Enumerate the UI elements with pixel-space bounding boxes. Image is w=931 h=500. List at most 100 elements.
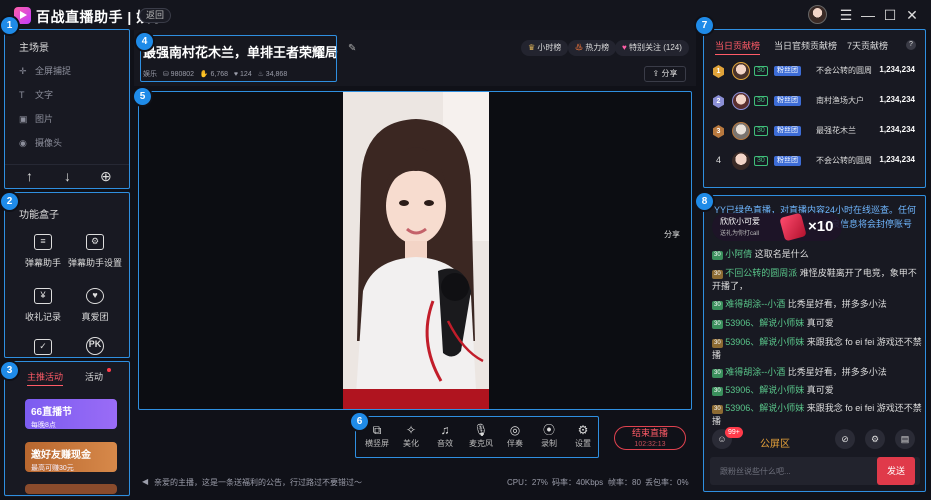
promo-card-invite[interactable]: 邀好友赚现金最高可赚30元	[25, 442, 117, 472]
promo-card-66[interactable]: 66直播节每晚8点	[25, 399, 117, 429]
end-live-label: 结束直播	[632, 428, 668, 438]
tab-daily-contribution[interactable]: 当日贡献榜	[715, 39, 760, 55]
maximize-button[interactable]: ☐	[880, 5, 900, 25]
rank-score: 1,234,234	[879, 155, 915, 164]
tool-label: 收礼记录	[25, 312, 61, 322]
music-icon: ♫	[431, 422, 459, 438]
tool-fan-group[interactable]: ♥真爱团	[65, 288, 125, 323]
minimize-button[interactable]: —	[858, 5, 878, 25]
rank-row[interactable]: 1 30 粉丝团 不会公转的圆周 1,234,234	[704, 60, 925, 84]
gift-box-icon[interactable]: ▤	[895, 429, 915, 449]
back-button[interactable]: 返回	[139, 8, 171, 23]
send-button[interactable]: 发送	[877, 457, 915, 485]
annotation-badge-4: 4	[136, 33, 153, 50]
chat-user[interactable]: 53906、解说小师妹	[725, 385, 804, 395]
annotation-badge-1: 1	[1, 17, 18, 34]
rank-row[interactable]: 2 30 粉丝团 南村渔场大户 1,234,234	[704, 90, 925, 114]
scene-item-label: 摄像头	[35, 138, 62, 148]
tab-daily-official-contribution[interactable]: 当日官频贡献榜	[774, 39, 837, 52]
heart-icon: ♥	[622, 43, 627, 52]
clear-screen-icon[interactable]: ⊘	[835, 429, 855, 449]
tool-danmaku-settings[interactable]: ⚙弹幕助手设置	[65, 234, 125, 269]
scene-item-image[interactable]: ▣ 图片	[19, 112, 53, 125]
live-video-preview	[343, 91, 489, 409]
chat-user[interactable]: 不回公转的圆周派	[725, 268, 797, 278]
contribution-ranking: 当日贡献榜 当日官频贡献榜 7天贡献榜 ? 1 30 粉丝团 不会公转的圆周 1…	[704, 30, 925, 187]
tool-label: 弹幕助手设置	[68, 258, 122, 268]
promo-card-partial[interactable]	[25, 484, 117, 494]
gift-sender: 欣欣小可爱	[720, 216, 760, 227]
viewers-icon: ⛁	[163, 71, 169, 78]
close-button[interactable]: ✕	[902, 5, 922, 25]
room-title: 最强南村花木兰，单排王者荣耀局	[143, 42, 338, 61]
level-badge: 30	[754, 66, 768, 76]
rank-number: 4	[716, 155, 721, 165]
ctrl-accompany[interactable]: ◎伴奏	[501, 422, 529, 449]
stat-fans: 124	[240, 71, 252, 78]
tab-activity[interactable]: 活动	[85, 370, 103, 383]
tool-pk[interactable]: PK	[65, 337, 125, 361]
user-avatar[interactable]	[808, 5, 827, 24]
ctrl-beauty[interactable]: ✧美化	[397, 422, 425, 449]
chat-text: 这取名是什么	[755, 249, 809, 259]
live-controls: ⧉横竖屏 ✧美化 ♫音效 🎙麦克风 ◎伴奏 ⦿录制 ⚙设置	[355, 416, 599, 458]
scene-item-label: 图片	[35, 114, 53, 124]
ctrl-settings[interactable]: ⚙设置	[569, 422, 597, 449]
heat-rank-pill[interactable]: ♨ 热力榜	[568, 40, 616, 56]
promo-subtitle: 每晚8点	[31, 420, 111, 430]
special-follow-pill[interactable]: ♥ 特别关注 (124)	[615, 40, 689, 56]
ctrl-microphone[interactable]: 🎙麦克风	[467, 422, 495, 449]
image-icon: ▣	[19, 114, 31, 125]
add-source-icon[interactable]: ⊕	[100, 168, 112, 185]
chat-message: 30 53906、解说小师妹 真可爱	[712, 384, 922, 397]
cpu-usage: CPU：27%	[507, 477, 548, 488]
chat-user[interactable]: 53906、解说小师妹	[725, 403, 804, 413]
chat-message: 30 53906、解说小师妹 真可爱	[712, 317, 922, 330]
chat-user[interactable]: 53906、解说小师妹	[725, 318, 804, 328]
tool-calendar[interactable]: ✓	[13, 339, 73, 361]
level-badge: 30	[712, 320, 723, 329]
chat-user[interactable]: 小阿倩	[725, 249, 752, 259]
menu-icon[interactable]: ☰	[836, 5, 856, 25]
rank-row[interactable]: 3 30 粉丝团 最强花木兰 1,234,234	[704, 120, 925, 144]
chat-text: 真可爱	[807, 318, 834, 328]
tool-gift-record[interactable]: ¥收礼记录	[13, 288, 73, 323]
end-live-button[interactable]: 结束直播102:32:13	[614, 426, 686, 450]
help-icon[interactable]: ?	[906, 40, 916, 50]
text-icon: T	[19, 90, 31, 100]
stage-share-label[interactable]: 分享	[664, 229, 680, 240]
rank-score: 1,234,234	[879, 65, 915, 74]
ctrl-sound-effect[interactable]: ♫音效	[431, 422, 459, 449]
accompany-icon: ◎	[501, 422, 529, 438]
chat-settings-icon[interactable]: ⚙	[865, 429, 885, 449]
chat-user[interactable]: 难得胡涂--小酒	[725, 299, 785, 309]
move-up-icon[interactable]: ↑	[26, 168, 33, 184]
tab-featured-activity[interactable]: 主推活动	[27, 370, 63, 386]
ctrl-orientation[interactable]: ⧉横竖屏	[363, 422, 391, 449]
chat-message: 30 小阿倩 这取名是什么	[712, 248, 922, 261]
rank-row[interactable]: 4 30 粉丝团 不会公转的圆周 1,234,234	[704, 150, 925, 174]
chat-user[interactable]: 53906、解说小师妹	[725, 337, 804, 347]
share-button[interactable]: ⇪ 分享	[644, 66, 686, 82]
rank-user-name: 南村渔场大户	[816, 95, 864, 106]
edit-title-icon[interactable]: ✎	[348, 43, 356, 54]
tool-danmaku[interactable]: ≡弹幕助手	[13, 234, 73, 269]
activity-tabs: 主推活动 活动	[5, 368, 129, 384]
tab-weekly-contribution[interactable]: 7天贡献榜	[847, 39, 888, 52]
stat-heat: 34,868	[266, 71, 287, 78]
camera-icon: ◉	[19, 138, 31, 149]
chat-user[interactable]: 难得胡涂--小酒	[725, 367, 785, 377]
public-area-label[interactable]: 公屏区	[760, 435, 790, 450]
chat-message: 30 53906、解说小师妹 来跟我念 fo ei fei 游戏还不禁播	[712, 336, 922, 362]
fan-badge: 粉丝团	[774, 126, 801, 136]
move-down-icon[interactable]: ↓	[64, 168, 71, 184]
hourly-rank-pill[interactable]: ♛ 小时榜	[521, 40, 568, 56]
scene-panel-title: 主场景	[19, 39, 49, 54]
pill-label: 小时榜	[537, 43, 561, 52]
scene-item-fullscreen[interactable]: ✛全屏捕捉	[19, 64, 71, 77]
scene-item-text[interactable]: T文字	[19, 88, 53, 101]
stat-viewers: 980802	[171, 71, 194, 78]
ctrl-record[interactable]: ⦿录制	[535, 422, 563, 449]
scene-item-camera[interactable]: ◉ 摄像头	[19, 136, 62, 149]
ctrl-label: 麦克风	[469, 439, 493, 448]
